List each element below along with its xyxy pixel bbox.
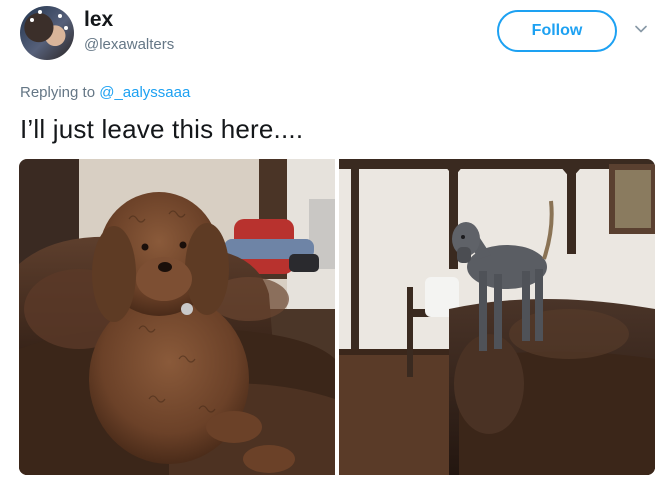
photo-right[interactable] xyxy=(339,159,655,475)
replying-to: Replying to @_aalyssaaa xyxy=(20,84,190,101)
tweet-card: lex @lexawalters Follow Replying to @_aa… xyxy=(0,0,661,479)
follow-button[interactable]: Follow xyxy=(497,10,617,52)
tweet-text: I’ll just leave this here.... xyxy=(20,114,304,144)
username[interactable]: @lexawalters xyxy=(84,36,174,53)
dog-on-couch-photo xyxy=(19,159,335,475)
replying-prefix: Replying to xyxy=(20,84,100,101)
chevron-down-icon[interactable] xyxy=(634,22,648,36)
reply-mention-link[interactable]: @_aalyssaaa xyxy=(99,84,190,101)
display-name[interactable]: lex xyxy=(84,8,113,32)
media-grid xyxy=(19,159,655,475)
photo-left[interactable] xyxy=(19,159,335,475)
avatar[interactable] xyxy=(20,6,74,60)
great-dane-on-couch-photo xyxy=(339,159,655,475)
